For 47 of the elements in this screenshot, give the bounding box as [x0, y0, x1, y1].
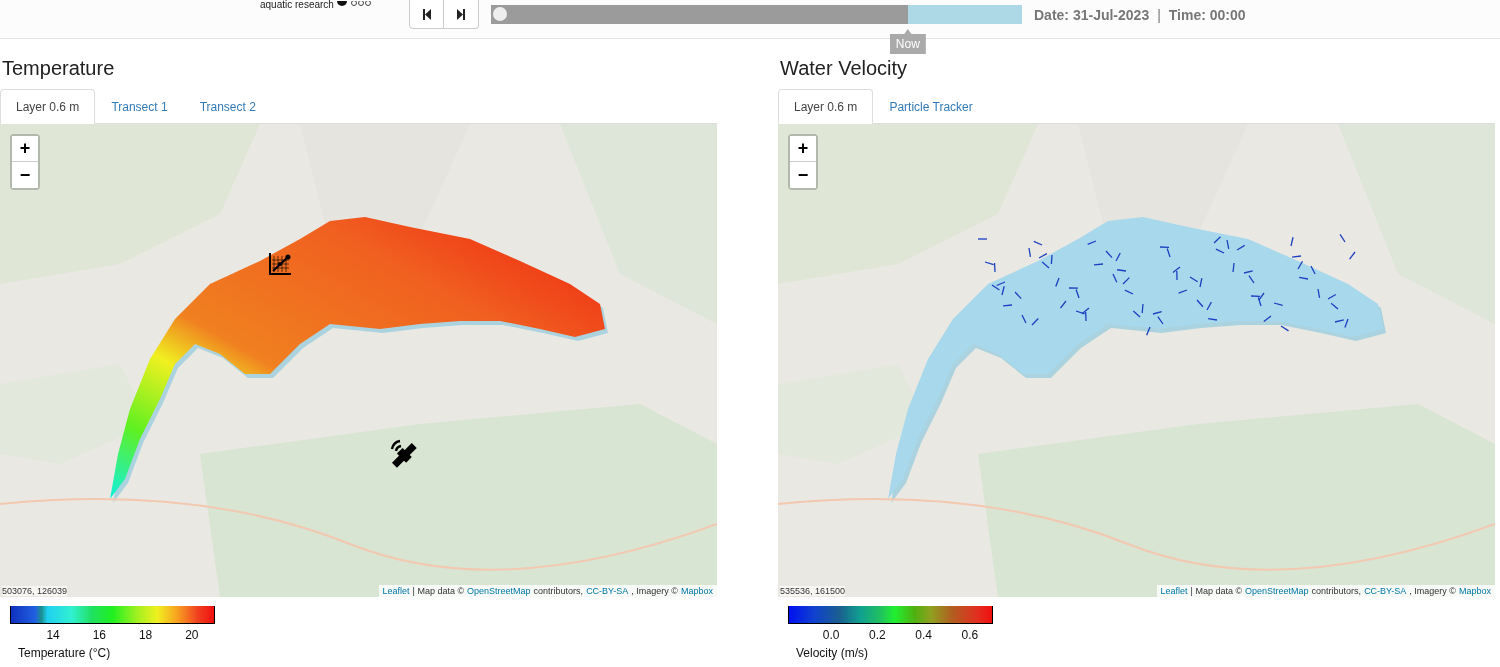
attribution-link[interactable]: Mapbox [680, 586, 713, 596]
tick-label: 0.2 [869, 628, 886, 642]
coordinates-readout: 535536, 161500 [780, 586, 846, 596]
now-tooltip: Now [889, 29, 926, 54]
coordinates-readout: 503076, 126039 [2, 586, 68, 596]
legend-label: Temperature (°C) [18, 646, 112, 660]
attribution-text: contributors, [1311, 586, 1362, 596]
panel-title: Temperature [2, 56, 116, 80]
attribution-link[interactable]: OpenStreetMap [467, 586, 531, 596]
skip-back-button[interactable] [409, 0, 444, 29]
tab[interactable]: Transect 1 [95, 89, 184, 124]
tick-label: 18 [138, 628, 153, 642]
panel-title: Water Velocity [780, 56, 909, 80]
zoom-in-button[interactable]: + [790, 136, 816, 162]
tick-label: 0.4 [915, 628, 932, 642]
tab[interactable]: Transect 2 [183, 89, 272, 124]
attribution-link[interactable]: CC-BY-SA [1364, 586, 1407, 596]
time-label: Time: 00:00 [1168, 7, 1246, 23]
tick-label: 0.6 [961, 628, 979, 642]
attribution-link[interactable]: Leaflet [382, 586, 410, 596]
skip-forward-icon [456, 8, 466, 20]
tab[interactable]: Particle Tracker [873, 89, 989, 124]
skip-back-icon [421, 8, 432, 20]
tab[interactable]: Layer 0.6 m [0, 89, 96, 124]
tick-label: 14 [46, 628, 60, 642]
skip-forward-button[interactable] [444, 0, 479, 29]
chart-icon[interactable] [268, 252, 292, 276]
separator: | [1157, 7, 1161, 23]
logo-text: aquatic research [260, 0, 334, 10]
legend-label: Velocity (m/s) [796, 646, 869, 660]
attribution-link[interactable]: Mapbox [1458, 586, 1491, 596]
attribution-link[interactable]: OpenStreetMap [1245, 586, 1309, 596]
attribution-text: | Map data © [1190, 586, 1243, 596]
attribution-link[interactable]: Leaflet [1160, 586, 1188, 596]
attribution-text: contributors, [533, 586, 584, 596]
date-label: Date: 31-Jul-2023 [1034, 7, 1150, 23]
tick-label: 16 [92, 628, 107, 642]
zoom-out-button[interactable]: − [12, 162, 38, 188]
zoom-out-button[interactable]: − [790, 162, 816, 188]
attribution-text: , Imagery © [631, 586, 678, 596]
attribution-text: , Imagery © [1409, 586, 1456, 596]
attribution-text: | Map data © [412, 586, 465, 596]
tick-label: 20 [185, 628, 199, 642]
tab[interactable]: Layer 0.6 m [778, 89, 874, 124]
attribution-link[interactable]: CC-BY-SA [586, 586, 629, 596]
zoom-in-button[interactable]: + [12, 136, 38, 162]
tick-label: 0.0 [822, 628, 840, 642]
